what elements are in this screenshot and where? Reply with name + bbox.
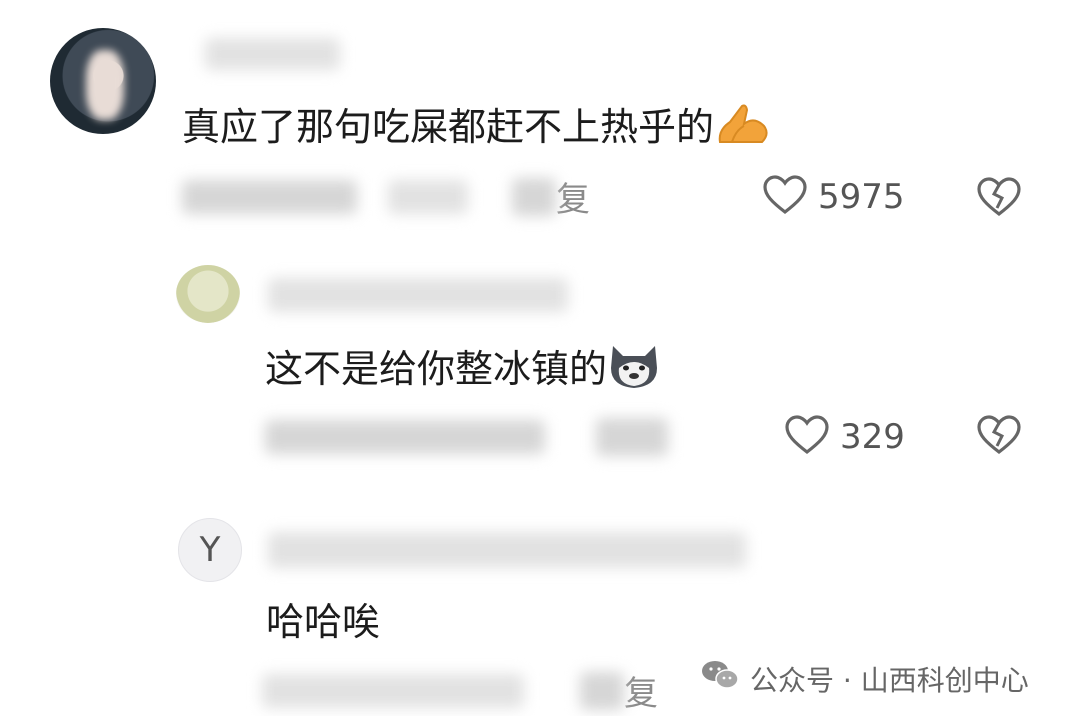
like-count: 329 — [840, 417, 905, 457]
timestamp-blurred — [265, 420, 545, 454]
reply-button[interactable]: 复 — [580, 666, 658, 715]
username-blurred[interactable] — [268, 278, 568, 312]
avatar-letter: Y — [199, 530, 221, 570]
comment-text: 真应了那句吃屎都赶不上热乎的 — [182, 102, 770, 157]
watermark-text: 公众号 · 山西科创中心 — [750, 663, 1029, 697]
heart-icon — [762, 174, 808, 220]
username-blurred[interactable] — [268, 532, 746, 568]
reply-button[interactable]: 复 — [512, 172, 590, 221]
praying-hands-icon — [714, 102, 770, 157]
username-blurred[interactable] — [205, 38, 340, 70]
comment-text: 这不是给你整冰镇的 — [265, 342, 661, 401]
husky-dog-icon — [607, 342, 661, 401]
timestamp-blurred — [262, 674, 524, 708]
location-blurred — [388, 180, 468, 214]
comment-text: 哈哈唉 — [266, 600, 381, 644]
reply-button-blurred[interactable] — [596, 418, 668, 456]
dislike-button[interactable] — [976, 414, 1022, 460]
timestamp-blurred — [182, 180, 357, 214]
avatar[interactable] — [176, 265, 240, 323]
like-button[interactable]: 5975 — [762, 174, 905, 220]
like-button[interactable]: 329 — [784, 414, 905, 460]
wechat-icon — [700, 658, 740, 699]
broken-heart-icon — [976, 176, 1022, 222]
like-count: 5975 — [818, 177, 905, 217]
avatar[interactable]: Y — [178, 518, 242, 582]
heart-icon — [784, 414, 830, 460]
watermark: 公众号 · 山西科创中心 — [700, 658, 1029, 699]
avatar[interactable] — [50, 28, 156, 134]
dislike-button[interactable] — [976, 176, 1022, 222]
broken-heart-icon — [976, 414, 1022, 460]
